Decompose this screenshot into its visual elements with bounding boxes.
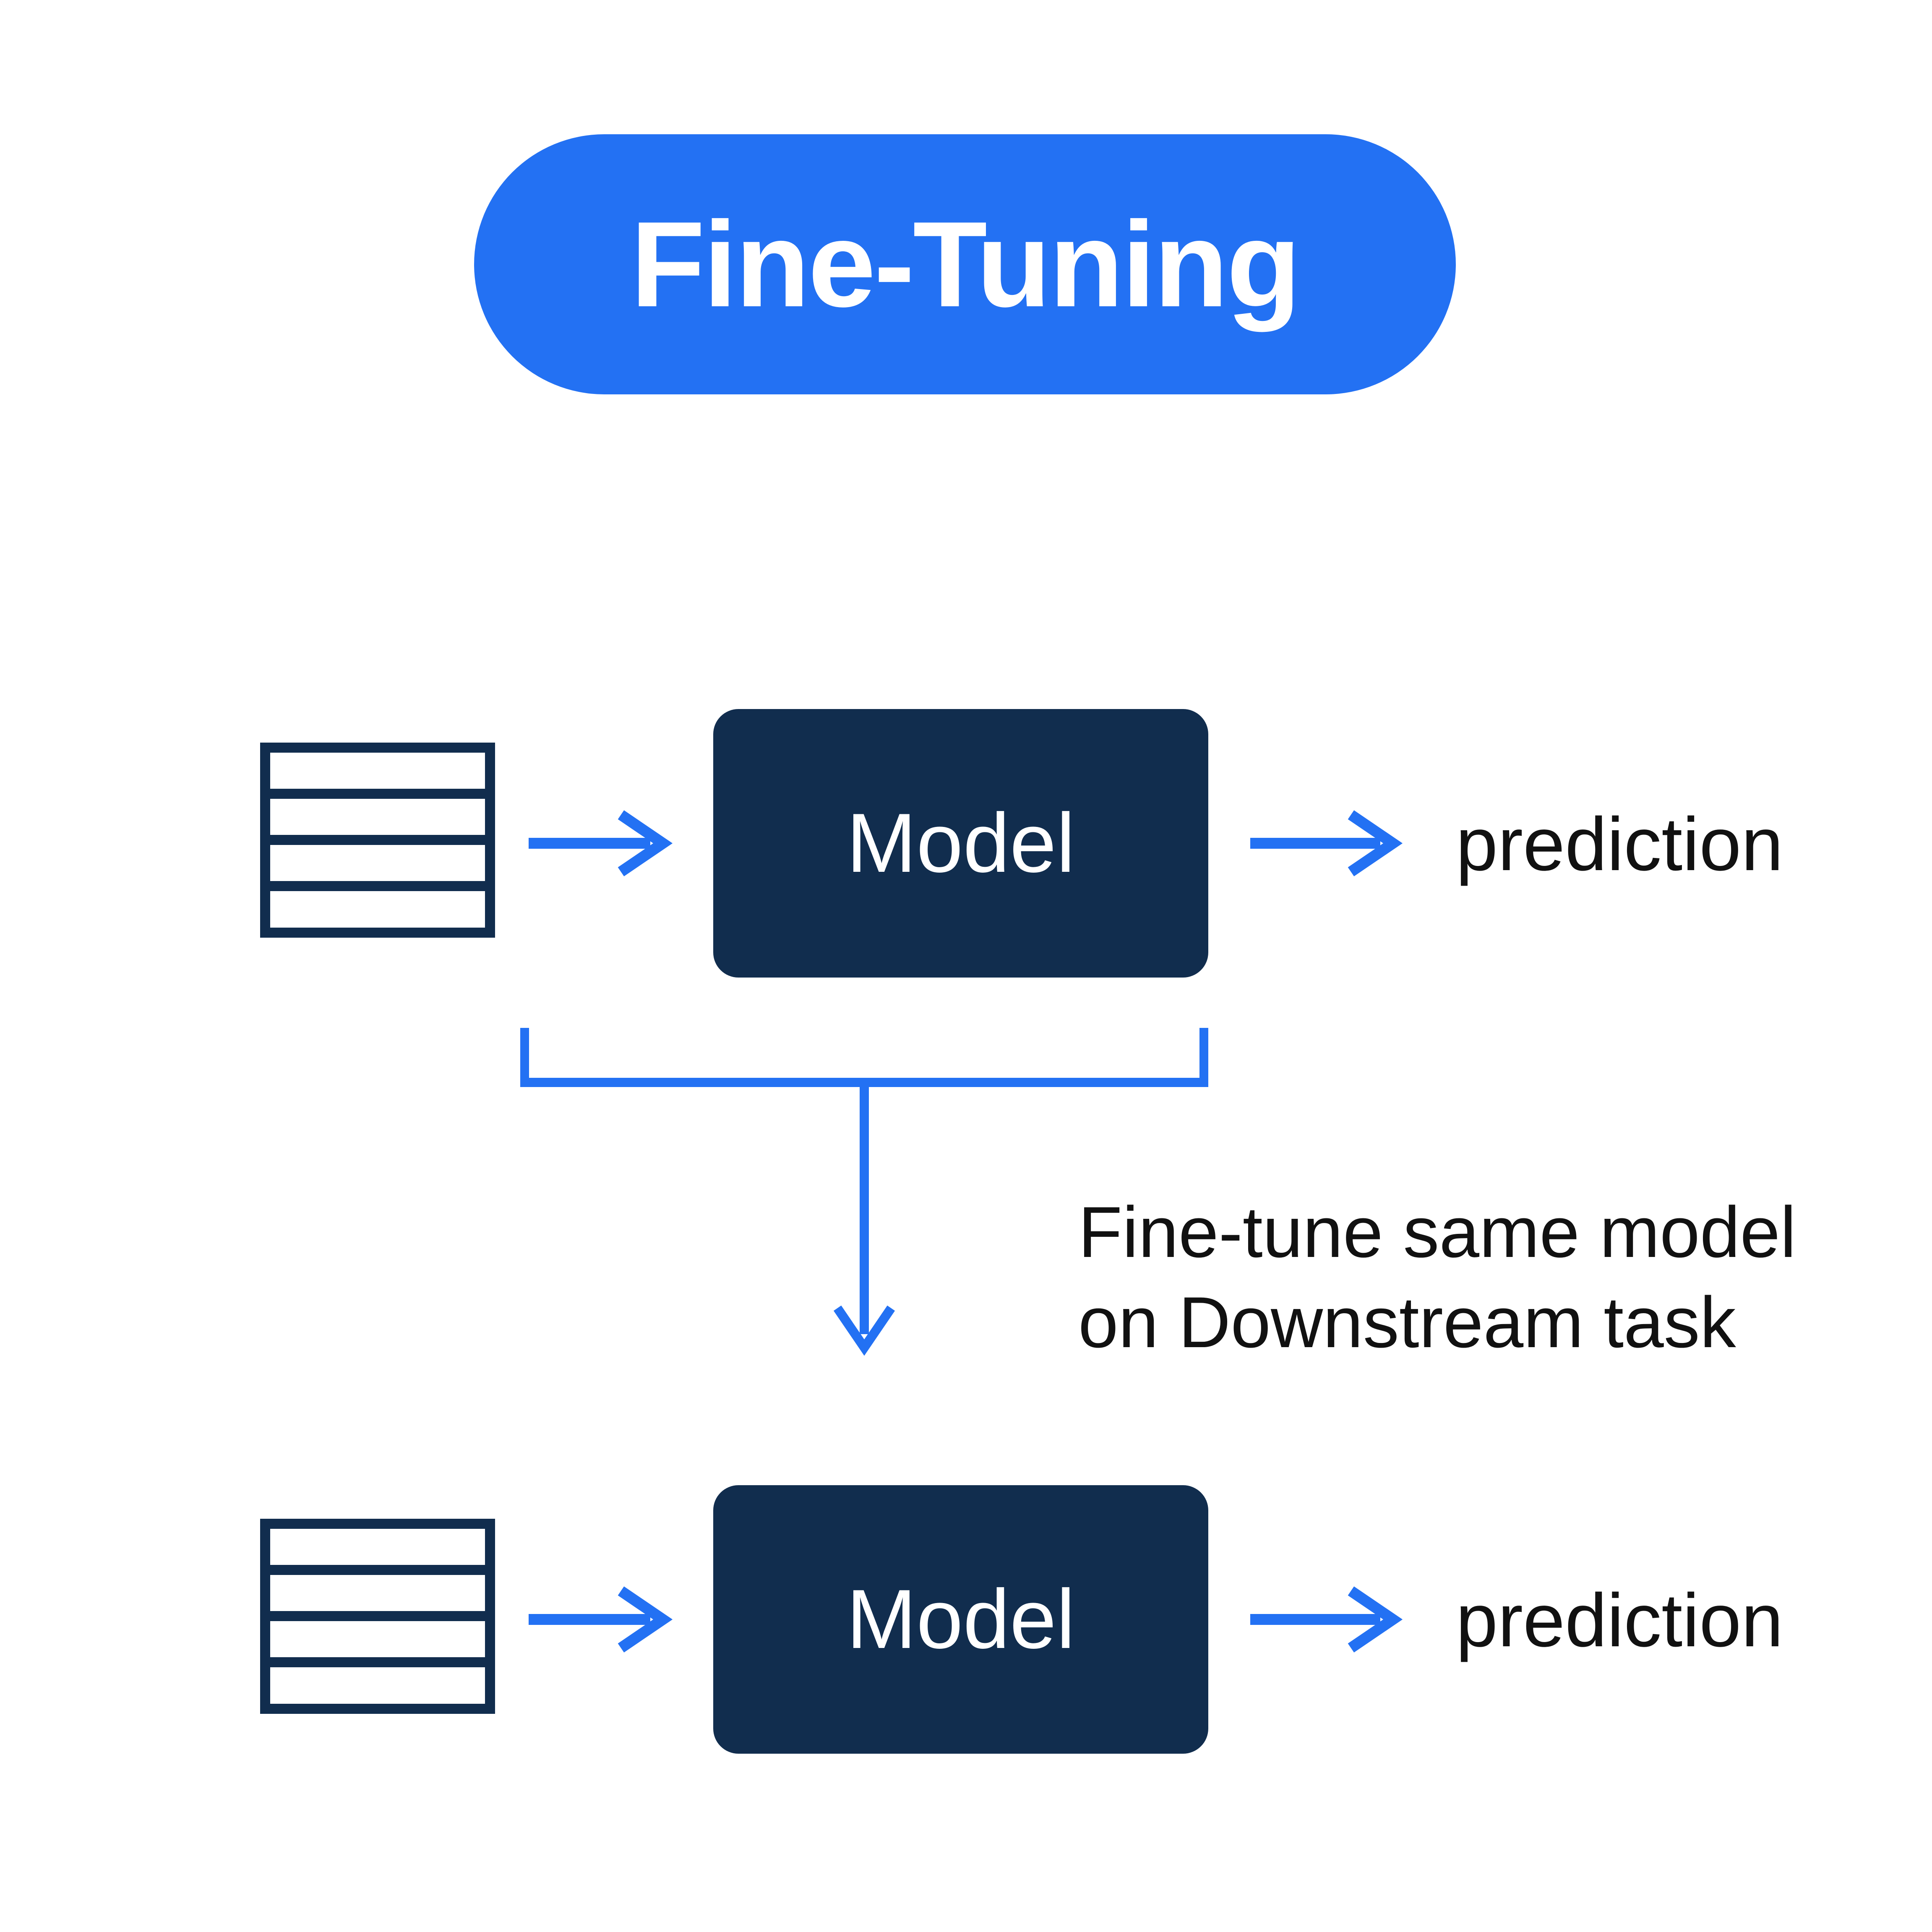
finetune-caption: Fine-tune same model on Downstream task bbox=[1078, 1187, 1796, 1368]
finetune-caption-line1: Fine-tune same model bbox=[1078, 1187, 1796, 1278]
data-grid-icon bbox=[260, 1519, 495, 1714]
arrow-right-icon bbox=[1250, 1586, 1410, 1653]
finetune-caption-line2: on Downstream task bbox=[1078, 1278, 1796, 1368]
model-label-bottom: Model bbox=[847, 1571, 1075, 1668]
model-label-top: Model bbox=[847, 795, 1075, 892]
prediction-label-bottom: prediction bbox=[1456, 1573, 1783, 1668]
title-pill: Fine-Tuning bbox=[474, 134, 1456, 394]
arrow-right-icon bbox=[1250, 810, 1410, 877]
arrow-right-icon bbox=[529, 1586, 680, 1653]
arrow-right-icon bbox=[529, 810, 680, 877]
data-grid-icon bbox=[260, 743, 495, 938]
title-text: Fine-Tuning bbox=[631, 195, 1299, 334]
prediction-label-top: prediction bbox=[1456, 797, 1783, 892]
model-box-top: Model bbox=[713, 709, 1208, 978]
model-box-bottom: Model bbox=[713, 1485, 1208, 1754]
